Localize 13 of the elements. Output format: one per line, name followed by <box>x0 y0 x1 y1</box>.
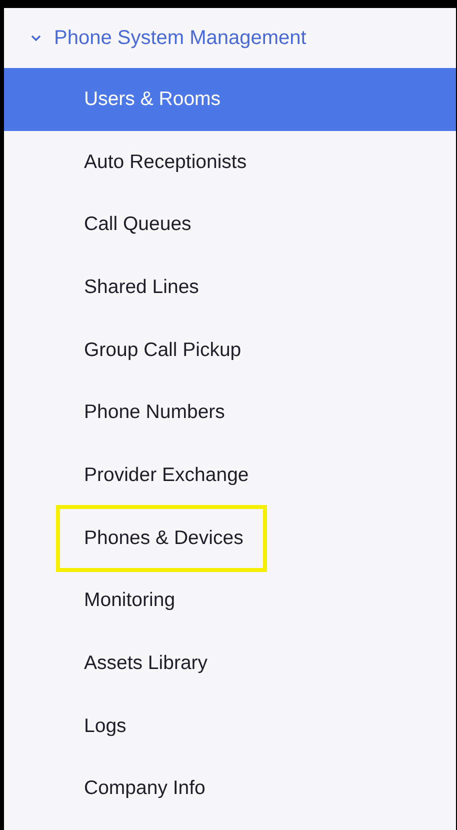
nav-item[interactable]: Auto Receptionists <box>4 130 456 194</box>
nav-item[interactable]: Logs <box>4 694 456 758</box>
nav-item[interactable]: Call Queues <box>4 193 456 256</box>
nav-item[interactable]: Assets Library <box>4 632 456 695</box>
chevron-down-icon[interactable] <box>30 34 42 42</box>
nav-item[interactable]: Users & Rooms <box>4 68 456 131</box>
nav-item[interactable]: Monitoring <box>4 570 456 632</box>
section-title[interactable]: Phone System Management <box>54 26 306 50</box>
nav-item[interactable]: Provider Exchange <box>4 444 456 507</box>
nav-item[interactable]: Group Call Pickup <box>4 318 456 382</box>
nav-item[interactable]: Company Info <box>4 758 456 820</box>
nav-item[interactable]: Shared Lines <box>4 256 456 319</box>
nav-item[interactable]: Phone Numbers <box>4 381 456 444</box>
